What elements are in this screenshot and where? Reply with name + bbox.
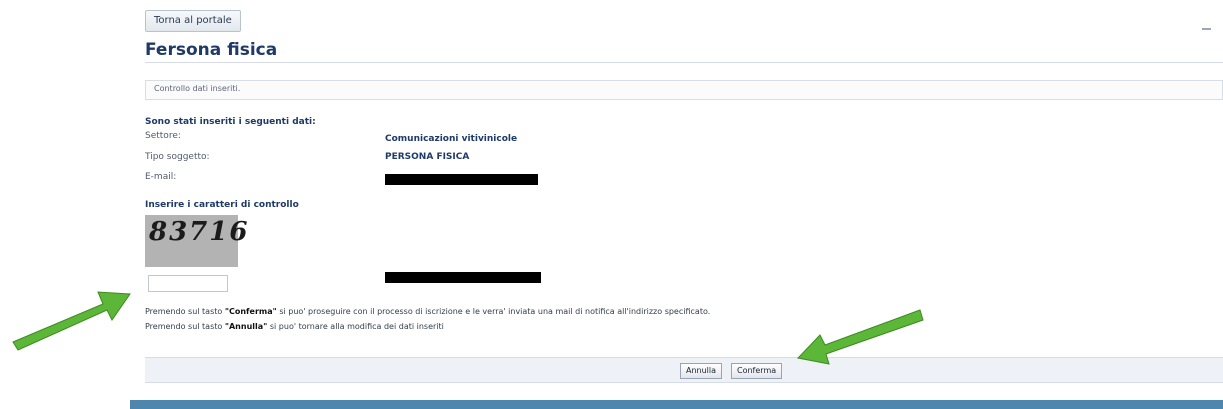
email-redaction bbox=[385, 174, 538, 185]
cancel-button[interactable]: Annulla bbox=[680, 363, 723, 379]
status-box: Controllo dati inseriti. bbox=[145, 80, 1223, 100]
back-to-portal-button[interactable]: Torna al portale bbox=[145, 10, 241, 32]
title-divider bbox=[145, 62, 1223, 63]
subject-type-label: Tipo soggetto: bbox=[145, 152, 210, 162]
arrow-pointer-icon bbox=[797, 309, 924, 365]
sector-value: Comunicazioni vitivinicole bbox=[385, 134, 518, 144]
summary-section-title: Sono stati inseriti i seguenti dati: bbox=[145, 117, 316, 127]
captcha-code: 83716 bbox=[149, 217, 250, 247]
action-bar: Annulla Conferma bbox=[145, 357, 1223, 383]
minimize-icon[interactable] bbox=[1202, 28, 1211, 30]
sector-label: Settore: bbox=[145, 131, 181, 141]
arrow-pointer-icon bbox=[12, 291, 131, 351]
page-title: Fersona fisica bbox=[145, 40, 278, 60]
captcha-image: 83716 bbox=[145, 215, 247, 267]
confirm-button[interactable]: Conferma bbox=[731, 363, 783, 379]
email-label: E-mail: bbox=[145, 172, 177, 182]
captcha-heading: Inserire i caratteri di controllo bbox=[145, 200, 299, 210]
confirm-info-text: Premendo sul tasto "Conferma" si puo' pr… bbox=[145, 307, 711, 316]
status-text: Controllo dati inseriti. bbox=[154, 84, 241, 93]
cancel-info-text: Premendo sul tasto "Annulla" si puo' tor… bbox=[145, 322, 444, 331]
redaction-block bbox=[385, 272, 541, 283]
footer-band bbox=[130, 400, 1223, 409]
subject-type-value: PERSONA FISICA bbox=[385, 152, 470, 162]
captcha-input[interactable] bbox=[148, 275, 228, 292]
